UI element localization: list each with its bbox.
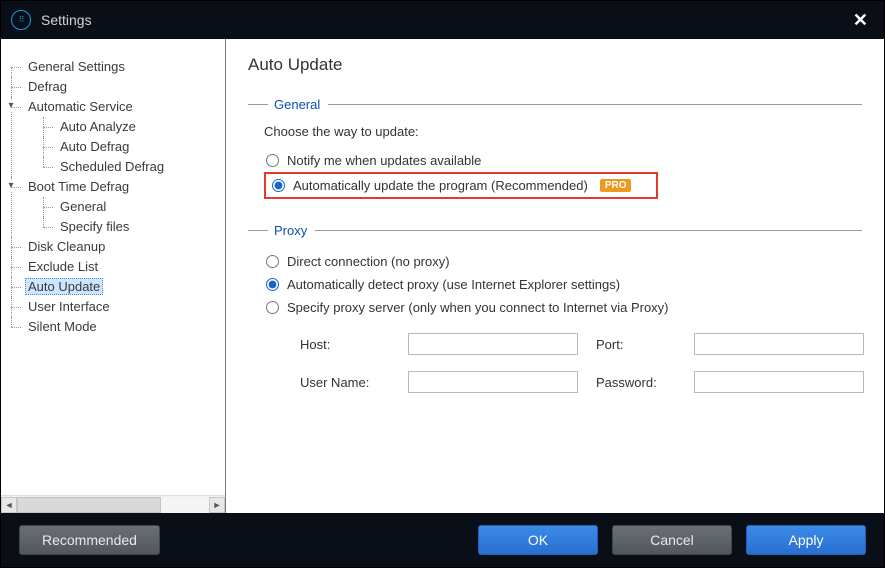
cancel-button[interactable]: Cancel <box>612 525 732 555</box>
group-header-proxy: Proxy <box>248 223 862 238</box>
proxy-pass-label: Password: <box>596 375 676 390</box>
tree-item-auto-defrag[interactable]: Auto Defrag <box>57 139 132 154</box>
proxy-port-input[interactable] <box>694 333 864 355</box>
content-pane: Auto Update General Choose the way to up… <box>226 39 884 513</box>
settings-tree: General Settings Defrag ▾ Automatic Serv… <box>1 39 225 495</box>
footer: Recommended OK Cancel Apply <box>1 513 884 567</box>
radio-proxy-direct-label: Direct connection (no proxy) <box>287 254 450 269</box>
tree-item-scheduled-defrag[interactable]: Scheduled Defrag <box>57 159 167 174</box>
proxy-host-input[interactable] <box>408 333 578 355</box>
recommended-button[interactable]: Recommended <box>19 525 160 555</box>
sidebar-horizontal-scrollbar[interactable]: ◄ ► <box>1 495 225 513</box>
radio-auto-update-label: Automatically update the program (Recomm… <box>293 178 588 193</box>
tree-item-automatic-service[interactable]: Automatic Service <box>25 99 136 114</box>
tree-item-defrag[interactable]: Defrag <box>25 79 70 94</box>
pro-badge: PRO <box>600 179 632 192</box>
tree-item-auto-update[interactable]: Auto Update <box>25 278 103 295</box>
proxy-user-input[interactable] <box>408 371 578 393</box>
radio-proxy-auto-label: Automatically detect proxy (use Internet… <box>287 277 620 292</box>
scrollbar-thumb[interactable] <box>17 497 161 513</box>
radio-proxy-direct[interactable] <box>266 255 279 268</box>
tree-item-general-settings[interactable]: General Settings <box>25 59 128 74</box>
tree-item-boot-time-defrag[interactable]: Boot Time Defrag <box>25 179 132 194</box>
radio-notify-updates-label: Notify me when updates available <box>287 153 481 168</box>
tree-item-silent-mode[interactable]: Silent Mode <box>25 319 100 334</box>
proxy-pass-input[interactable] <box>694 371 864 393</box>
chevron-down-icon[interactable]: ▾ <box>5 100 17 112</box>
tree-item-user-interface[interactable]: User Interface <box>25 299 113 314</box>
group-header-general: General <box>248 97 862 112</box>
tree-item-exclude-list[interactable]: Exclude List <box>25 259 101 274</box>
scroll-left-icon[interactable]: ◄ <box>1 497 17 513</box>
tree-item-boot-general[interactable]: General <box>57 199 109 214</box>
scroll-right-icon[interactable]: ► <box>209 497 225 513</box>
proxy-host-label: Host: <box>300 337 390 352</box>
settings-window: ⠿ Settings ✕ General Settings Defrag ▾ A… <box>0 0 885 568</box>
apply-button[interactable]: Apply <box>746 525 866 555</box>
group-legend-general: General <box>274 97 320 112</box>
update-mode-lead: Choose the way to update: <box>264 124 862 139</box>
group-legend-proxy: Proxy <box>274 223 307 238</box>
tree-item-auto-analyze[interactable]: Auto Analyze <box>57 119 139 134</box>
radio-proxy-specify[interactable] <box>266 301 279 314</box>
titlebar: ⠿ Settings ✕ <box>1 1 884 39</box>
proxy-port-label: Port: <box>596 337 676 352</box>
radio-proxy-auto[interactable] <box>266 278 279 291</box>
tree-item-specify-files[interactable]: Specify files <box>57 219 132 234</box>
sidebar: General Settings Defrag ▾ Automatic Serv… <box>1 39 226 513</box>
close-button[interactable]: ✕ <box>847 6 874 35</box>
tree-item-disk-cleanup[interactable]: Disk Cleanup <box>25 239 108 254</box>
highlight-auto-update: Automatically update the program (Recomm… <box>264 172 658 199</box>
app-logo-icon: ⠿ <box>11 10 31 30</box>
ok-button[interactable]: OK <box>478 525 598 555</box>
window-title: Settings <box>41 12 92 28</box>
page-title: Auto Update <box>248 55 862 75</box>
radio-notify-updates[interactable] <box>266 154 279 167</box>
radio-auto-update[interactable] <box>272 179 285 192</box>
proxy-user-label: User Name: <box>300 375 390 390</box>
radio-proxy-specify-label: Specify proxy server (only when you conn… <box>287 300 669 315</box>
chevron-down-icon[interactable]: ▾ <box>5 180 17 192</box>
